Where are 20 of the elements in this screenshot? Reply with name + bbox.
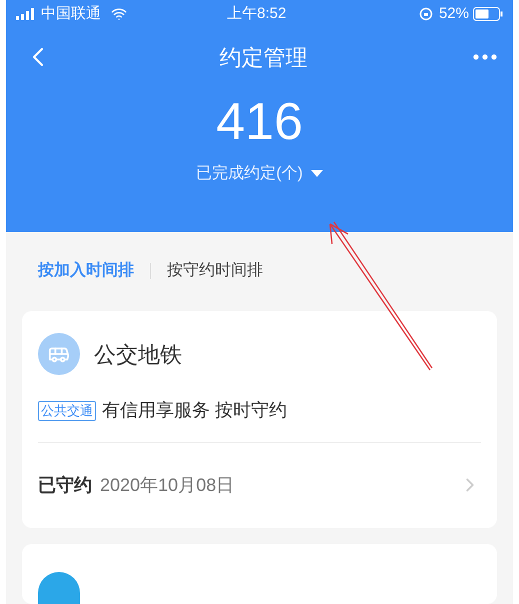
commitment-card[interactable]: 公交地铁 公共交通 有信用享服务 按时守约 已守约 2020年10月08日 [22, 311, 497, 528]
category-tag: 公共交通 [38, 400, 96, 420]
caret-icon [310, 170, 323, 178]
battery-icon [473, 7, 503, 21]
rotation-lock-icon [418, 7, 433, 21]
status-date: 2020年10月08日 [100, 474, 234, 496]
more-icon [473, 54, 497, 60]
wifi-icon [111, 6, 127, 22]
bus-icon [38, 333, 80, 375]
status-time: 上午8:52 [227, 4, 286, 24]
more-button[interactable] [473, 54, 497, 60]
page-title: 约定管理 [218, 44, 308, 72]
sort-tab[interactable]: 按守约时间排 [167, 259, 263, 284]
status-label: 已守约 [38, 474, 92, 496]
card-description: 有信用享服务 按时守约 [102, 399, 288, 422]
carrier-name: 中国联通 [41, 4, 101, 24]
card-title: 公交地铁 [94, 340, 182, 368]
battery-percent: 52% [438, 4, 469, 24]
category-icon [38, 572, 80, 604]
completed-count: 416 [216, 92, 303, 152]
